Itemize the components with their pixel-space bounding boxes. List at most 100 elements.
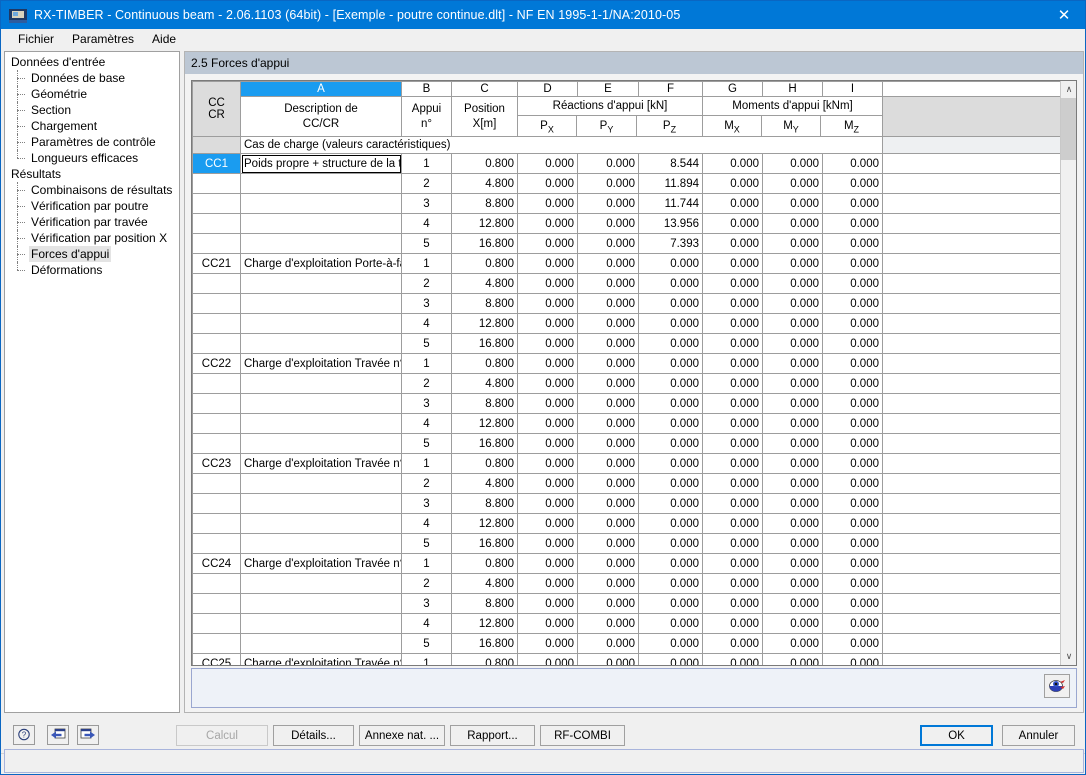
row-position-x[interactable]: 0.800: [451, 553, 518, 574]
row-reaction-px[interactable]: 0.000: [517, 433, 578, 454]
row-reaction-pz[interactable]: 0.000: [638, 353, 703, 374]
navigation-tree[interactable]: Données d'entrée Données de base Géométrie…: [4, 51, 180, 713]
row-reaction-py[interactable]: 0.000: [577, 373, 639, 394]
row-reaction-py[interactable]: 0.000: [577, 393, 639, 414]
row-load-case-id[interactable]: CC22: [192, 353, 241, 374]
table-row[interactable]: 3 8.800 0.000 0.000 0.000 0.000 0.000 0.000: [192, 493, 1060, 514]
row-load-case-id[interactable]: [192, 233, 241, 254]
row-moment-mx[interactable]: 0.000: [702, 513, 763, 534]
table-row[interactable]: 5 16.800 0.000 0.000 0.000 0.000 0.000 0.000: [192, 333, 1060, 354]
row-reaction-py[interactable]: 0.000: [577, 573, 639, 594]
row-description[interactable]: [240, 313, 402, 334]
table-row[interactable]: 4 12.800 0.000 0.000 0.000 0.000 0.000 0.000: [192, 613, 1060, 634]
row-reaction-pz[interactable]: 0.000: [638, 373, 703, 394]
row-description[interactable]: [240, 613, 402, 634]
row-support-number[interactable]: 2: [401, 573, 452, 594]
row-load-case-id[interactable]: [192, 293, 241, 314]
sidebar-item-donn-es-de-base[interactable]: Données de base: [5, 70, 179, 86]
row-support-number[interactable]: 1: [401, 553, 452, 574]
row-description[interactable]: Poids propre + structure de la toi: [240, 153, 402, 174]
row-position-x[interactable]: 4.800: [451, 173, 518, 194]
row-support-number[interactable]: 3: [401, 493, 452, 514]
row-reaction-pz[interactable]: 0.000: [638, 273, 703, 294]
row-moment-mz[interactable]: 0.000: [822, 213, 883, 234]
row-load-case-id[interactable]: CC21: [192, 253, 241, 274]
previous-icon[interactable]: [47, 725, 69, 745]
row-reaction-pz[interactable]: 0.000: [638, 413, 703, 434]
row-position-x[interactable]: 0.800: [451, 253, 518, 274]
row-reaction-pz[interactable]: 0.000: [638, 573, 703, 594]
row-moment-my[interactable]: 0.000: [762, 213, 823, 234]
rf-combi-icon[interactable]: [1044, 674, 1070, 698]
table-row[interactable]: CC24 Charge d'exploitation Travée n° 1 0.80…: [192, 553, 1060, 574]
row-description[interactable]: [240, 273, 402, 294]
row-reaction-pz[interactable]: 11.894: [638, 173, 703, 194]
row-moment-my[interactable]: 0.000: [762, 613, 823, 634]
row-load-case-id[interactable]: [192, 193, 241, 214]
table-row[interactable]: 4 12.800 0.000 0.000 0.000 0.000 0.000 0.000: [192, 413, 1060, 434]
row-reaction-px[interactable]: 0.000: [517, 513, 578, 534]
row-moment-mz[interactable]: 0.000: [822, 233, 883, 254]
sidebar-item-forces-d-appui[interactable]: Forces d'appui: [5, 246, 179, 262]
row-reaction-px[interactable]: 0.000: [517, 653, 578, 665]
table-row[interactable]: 2 4.800 0.000 0.000 11.894 0.000 0.000 0.000: [192, 173, 1060, 194]
row-reaction-px[interactable]: 0.000: [517, 233, 578, 254]
row-description[interactable]: [240, 473, 402, 494]
sidebar-item-longueurs-efficaces[interactable]: Longueurs efficaces: [5, 150, 179, 166]
row-reaction-py[interactable]: 0.000: [577, 513, 639, 534]
column-header-a[interactable]: A: [240, 81, 402, 97]
row-position-x[interactable]: 4.800: [451, 473, 518, 494]
row-moment-mx[interactable]: 0.000: [702, 373, 763, 394]
row-position-x[interactable]: 8.800: [451, 493, 518, 514]
row-moment-mz[interactable]: 0.000: [822, 153, 883, 174]
row-moment-mx[interactable]: 0.000: [702, 333, 763, 354]
row-moment-mz[interactable]: 0.000: [822, 353, 883, 374]
row-load-case-id[interactable]: [192, 593, 241, 614]
row-support-number[interactable]: 4: [401, 213, 452, 234]
row-moment-my[interactable]: 0.000: [762, 653, 823, 665]
column-header-h[interactable]: H: [762, 81, 823, 97]
row-reaction-py[interactable]: 0.000: [577, 153, 639, 174]
row-reaction-px[interactable]: 0.000: [517, 193, 578, 214]
row-moment-mz[interactable]: 0.000: [822, 313, 883, 334]
row-load-case-id[interactable]: [192, 333, 241, 354]
row-load-case-id[interactable]: CC25: [192, 653, 241, 665]
row-position-x[interactable]: 16.800: [451, 233, 518, 254]
column-header-e[interactable]: E: [577, 81, 639, 97]
row-moment-mx[interactable]: 0.000: [702, 573, 763, 594]
row-position-x[interactable]: 4.800: [451, 273, 518, 294]
row-moment-my[interactable]: 0.000: [762, 593, 823, 614]
row-moment-mz[interactable]: 0.000: [822, 413, 883, 434]
table-row[interactable]: 3 8.800 0.000 0.000 0.000 0.000 0.000 0.000: [192, 393, 1060, 414]
row-reaction-py[interactable]: 0.000: [577, 353, 639, 374]
row-reaction-px[interactable]: 0.000: [517, 273, 578, 294]
menu-item-parametres[interactable]: Paramètres: [63, 30, 143, 48]
row-reaction-px[interactable]: 0.000: [517, 293, 578, 314]
table-row[interactable]: 5 16.800 0.000 0.000 0.000 0.000 0.000 0.000: [192, 633, 1060, 654]
table-row[interactable]: CC1 Poids propre + structure de la toi 1 0.…: [192, 153, 1060, 174]
row-moment-my[interactable]: 0.000: [762, 413, 823, 434]
row-reaction-py[interactable]: 0.000: [577, 273, 639, 294]
row-reaction-pz[interactable]: 0.000: [638, 313, 703, 334]
row-moment-my[interactable]: 0.000: [762, 533, 823, 554]
scroll-down-icon[interactable]: ∨: [1061, 648, 1076, 665]
row-reaction-pz[interactable]: 0.000: [638, 533, 703, 554]
row-position-x[interactable]: 8.800: [451, 193, 518, 214]
row-reaction-py[interactable]: 0.000: [577, 653, 639, 665]
row-load-case-id[interactable]: [192, 573, 241, 594]
row-moment-mx[interactable]: 0.000: [702, 553, 763, 574]
row-moment-mz[interactable]: 0.000: [822, 293, 883, 314]
row-position-x[interactable]: 16.800: [451, 533, 518, 554]
row-description[interactable]: Charge d'exploitation Travée n°: [240, 653, 402, 665]
row-description[interactable]: [240, 333, 402, 354]
row-moment-mx[interactable]: 0.000: [702, 193, 763, 214]
row-load-case-id[interactable]: [192, 273, 241, 294]
row-description[interactable]: [240, 493, 402, 514]
ok-button[interactable]: OK: [920, 725, 993, 746]
row-reaction-py[interactable]: 0.000: [577, 313, 639, 334]
row-support-number[interactable]: 4: [401, 313, 452, 334]
row-moment-mx[interactable]: 0.000: [702, 293, 763, 314]
row-support-number[interactable]: 1: [401, 253, 452, 274]
row-moment-mz[interactable]: 0.000: [822, 333, 883, 354]
row-support-number[interactable]: 5: [401, 233, 452, 254]
